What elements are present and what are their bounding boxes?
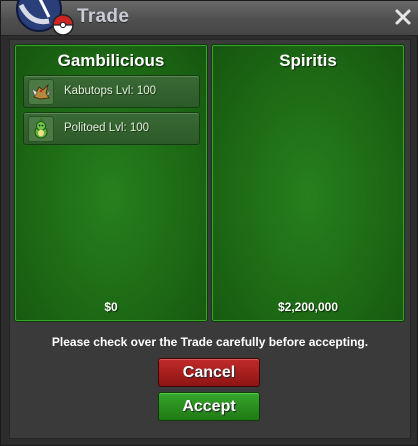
- trade-window: Trade Gambilicious Kabutops Lvl: 100 Pol…: [0, 0, 418, 446]
- window-title: Trade: [77, 6, 130, 27]
- politoed-sprite-icon: [28, 116, 54, 142]
- kabutops-sprite-icon: [28, 79, 54, 105]
- title-bar[interactable]: Trade: [1, 0, 418, 36]
- trade-notice: Please check over the Trade carefully be…: [51, 335, 369, 349]
- accept-button[interactable]: Accept: [158, 392, 260, 421]
- right-trade-panel: Spiritis $2,200,000: [211, 44, 405, 322]
- cancel-button[interactable]: Cancel: [158, 358, 260, 387]
- right-money-amount: $2,200,000: [277, 300, 339, 314]
- left-money-amount: $0: [104, 300, 118, 314]
- pokemon-label: Kabutops Lvl: 100: [64, 85, 157, 97]
- right-player-name: Spiritis: [279, 51, 337, 70]
- pokemon-slot-kabutops[interactable]: Kabutops Lvl: 100: [23, 75, 200, 108]
- pokemon-label: Politoed Lvl: 100: [64, 122, 150, 134]
- left-trade-panel: Gambilicious Kabutops Lvl: 100 Politoed …: [14, 44, 208, 322]
- left-player-name: Gambilicious: [57, 51, 165, 70]
- close-icon[interactable]: [393, 7, 413, 27]
- pokemon-slot-politoed[interactable]: Politoed Lvl: 100: [23, 112, 200, 145]
- pokeball-logo-icon: [16, 0, 74, 36]
